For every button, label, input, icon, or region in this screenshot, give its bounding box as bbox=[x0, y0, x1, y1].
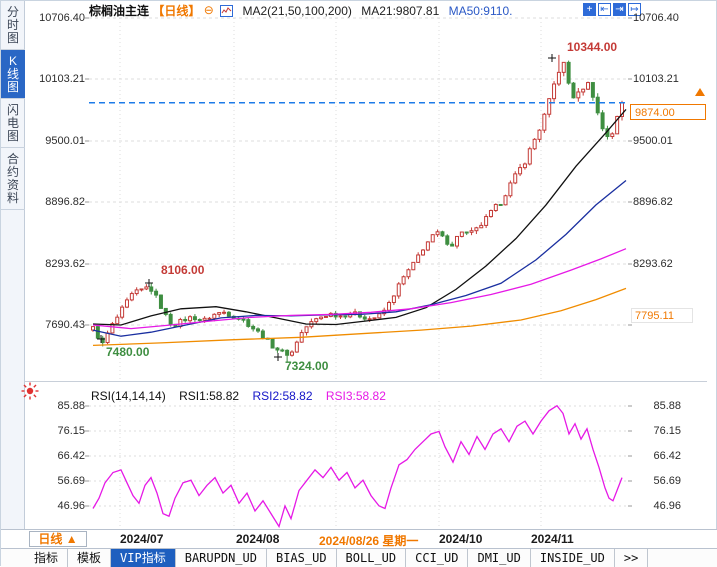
rsi-axis-left-label: 85.88 bbox=[25, 400, 85, 412]
chevron-up-icon: ▲ bbox=[66, 532, 78, 546]
left-sidebar: 分时图K线图闪电图合约资料 bbox=[1, 1, 25, 529]
price-axis-left-label: 8896.82 bbox=[25, 196, 85, 208]
price-axis-right-label: 10706.40 bbox=[633, 12, 703, 24]
sidebar-item-contract-info[interactable]: 合约资料 bbox=[1, 148, 25, 210]
time-axis-bar: 日线 ▲ 2024/07 2024/08 2024/08/26 星期一 2024/10… bbox=[1, 529, 717, 548]
indicator-settings-icon[interactable] bbox=[21, 382, 39, 400]
price-extreme-annotation: 7480.00 bbox=[106, 345, 149, 359]
rsi1-value: RSI1:58.82 bbox=[179, 389, 239, 403]
sidebar-item-flash-chart[interactable]: 闪电图 bbox=[1, 99, 25, 148]
bottom-tab-more-tabs[interactable]: >> bbox=[615, 549, 648, 567]
rsi-axis-left-label: 66.42 bbox=[25, 450, 85, 462]
rsi3-value: RSI3:58.82 bbox=[326, 389, 386, 403]
current-price-badge: 9874.00 bbox=[630, 104, 706, 120]
crosshair-icon[interactable]: + bbox=[583, 3, 596, 16]
date-label: 2024/08 bbox=[236, 532, 279, 546]
price-axis-left-label: 9500.01 bbox=[25, 135, 85, 147]
price-axis-right-label: 8293.62 bbox=[633, 258, 703, 270]
bar-scale-icon[interactable]: ⇥ bbox=[613, 3, 626, 16]
price-axis-left-label: 7690.43 bbox=[25, 319, 85, 331]
bottom-tab-inside-ud[interactable]: INSIDE_UD bbox=[531, 549, 615, 567]
selected-date-label: 2024/08/26 星期一 bbox=[319, 532, 418, 549]
rsi-axis-right-label: 66.42 bbox=[633, 450, 681, 462]
bottom-tab-vip-indicators[interactable]: VIP指标 bbox=[111, 549, 176, 567]
price-axis-right-label: 8896.82 bbox=[633, 196, 703, 208]
period-tag: 【日线】 bbox=[152, 4, 200, 18]
ma-group-label: MA2(21,50,100,200) bbox=[242, 4, 351, 18]
bottom-tab-barupdn-ud[interactable]: BARUPDN_UD bbox=[176, 549, 267, 567]
bottom-tab-cci-ud[interactable]: CCI_UD bbox=[406, 549, 468, 567]
price-axis-left-label: 8293.62 bbox=[25, 258, 85, 270]
bottom-tab-indicators[interactable]: 指标 bbox=[25, 549, 68, 567]
kline-icon bbox=[220, 5, 233, 17]
price-extreme-annotation: 7324.00 bbox=[285, 359, 328, 373]
rsi-axis-left-label: 56.69 bbox=[25, 475, 85, 487]
bottom-tab-bias-ud[interactable]: BIAS_UD bbox=[267, 549, 337, 567]
date-label: 2024/11 bbox=[531, 532, 574, 546]
bottom-tab-boll-ud[interactable]: BOLL_UD bbox=[337, 549, 407, 567]
rsi-axis-right-label: 85.88 bbox=[633, 400, 681, 412]
indicator-tabs-bar: 指标模板VIP指标BARUPDN_UDBIAS_UDBOLL_UDCCI_UDD… bbox=[1, 548, 717, 567]
rsi-axis-left-label: 46.96 bbox=[25, 500, 85, 512]
price-extreme-annotation: 10344.00 bbox=[567, 40, 617, 54]
price-chart-canvas[interactable] bbox=[1, 1, 717, 567]
rsi2-value: RSI2:58.82 bbox=[252, 389, 312, 403]
axis-range-icon[interactable]: ⇤ bbox=[598, 3, 611, 16]
period-selector[interactable]: 日线 ▲ bbox=[29, 531, 87, 547]
sidebar-item-kline-chart[interactable]: K线图 bbox=[1, 50, 25, 99]
rsi-axis-right-label: 46.96 bbox=[633, 500, 681, 512]
date-label: 2024/07 bbox=[120, 532, 163, 546]
bottom-tab-templates[interactable]: 模板 bbox=[68, 549, 111, 567]
chart-header: 棕榈油主连 【日线】 ⊖ MA2(21,50,100,200) MA21:980… bbox=[89, 2, 512, 18]
rsi-axis-right-label: 76.15 bbox=[633, 425, 681, 437]
ma21-value: MA21:9807.81 bbox=[361, 4, 439, 18]
price-axis-left-label: 10103.21 bbox=[25, 73, 85, 85]
rsi-axis-right-label: 56.69 bbox=[633, 475, 681, 487]
price-extreme-annotation: 8106.00 bbox=[161, 263, 204, 277]
sidebar-item-time-chart[interactable]: 分时图 bbox=[1, 1, 25, 50]
prev-settle-label: 7795.11 bbox=[631, 308, 693, 323]
ma50-value: MA50:9110. bbox=[449, 4, 513, 18]
price-axis-right-label: 9500.01 bbox=[633, 135, 703, 147]
bottom-tab-dmi-ud[interactable]: DMI_UD bbox=[468, 549, 530, 567]
rsi-params: RSI(14,14,14) bbox=[91, 389, 166, 403]
price-up-arrow-icon bbox=[695, 88, 705, 96]
date-label: 2024/10 bbox=[439, 532, 482, 546]
trading-app-window: 分时图K线图闪电图合约资料 棕榈油主连 【日线】 ⊖ MA2(21,50,100… bbox=[0, 0, 717, 566]
collapse-icon[interactable]: ⊖ bbox=[204, 3, 214, 17]
rsi-header: RSI(14,14,14) RSI1:58.82 RSI2:58.82 RSI3… bbox=[91, 389, 396, 403]
price-axis-left-label: 10706.40 bbox=[25, 12, 85, 24]
rsi-axis-left-label: 76.15 bbox=[25, 425, 85, 437]
price-axis-right-label: 10103.21 bbox=[633, 73, 703, 85]
instrument-title: 棕榈油主连 bbox=[89, 4, 149, 18]
